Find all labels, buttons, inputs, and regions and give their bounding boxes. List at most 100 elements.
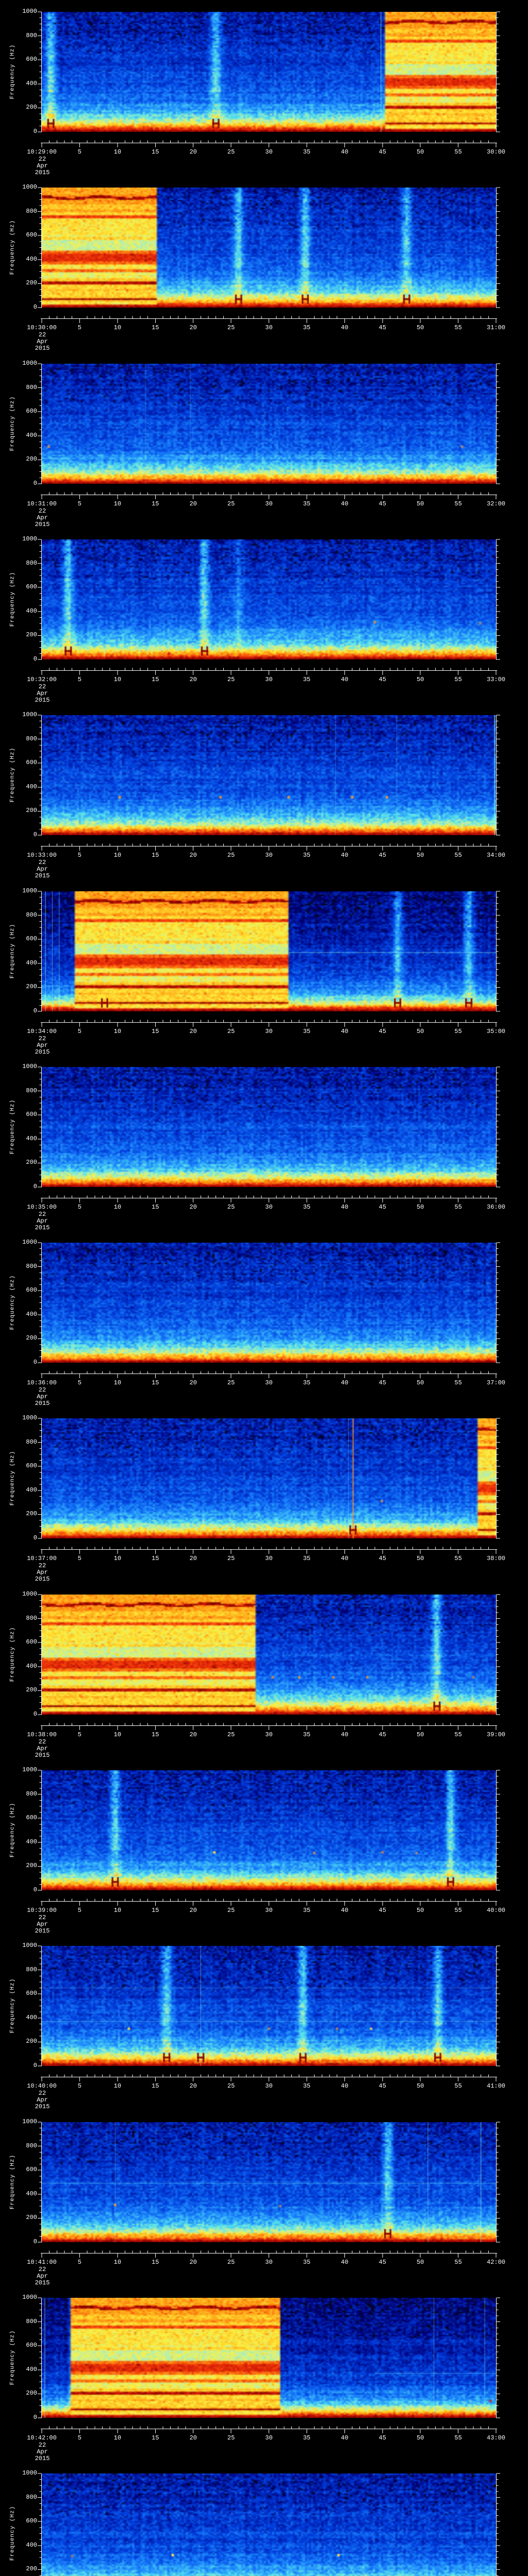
x-tick-label: 20 bbox=[189, 148, 197, 156]
x-tick-label: 5 bbox=[77, 1028, 82, 1035]
x-tick-label: 30 bbox=[265, 324, 273, 331]
x-tick-label: 30 bbox=[265, 1907, 273, 1914]
x-tick-label: 25 bbox=[227, 2259, 235, 2266]
axis-ticks bbox=[38, 2297, 500, 2433]
x-tick-label: 20 bbox=[189, 1379, 197, 1386]
x-tick-label: 20 bbox=[189, 1204, 197, 1211]
x-tick-label: 30 bbox=[265, 2259, 273, 2266]
x-tick-label: 35 bbox=[303, 1907, 311, 1914]
x-tick-label: 45 bbox=[378, 1731, 386, 1738]
x-tick-label: 25 bbox=[227, 2082, 235, 2090]
x-tick-label: 45 bbox=[378, 324, 386, 331]
x-start-time-label: 10:31:00 bbox=[27, 500, 57, 507]
x-start-time-label: 10:40:00 bbox=[27, 2082, 57, 2090]
x-tick-label: 10 bbox=[113, 2082, 122, 2090]
x-start-time-label: 10:30:00 bbox=[27, 324, 57, 331]
axes-svg bbox=[38, 2473, 500, 2576]
x-tick-label: 20 bbox=[189, 2259, 197, 2266]
x-tick-label: 10 bbox=[113, 2259, 122, 2266]
axis-ticks bbox=[38, 715, 500, 851]
x-tick-label: 5 bbox=[77, 148, 82, 156]
x-tick-label: 25 bbox=[227, 500, 235, 507]
x-tick-label: 50 bbox=[416, 500, 424, 507]
axis-ticks bbox=[38, 1066, 500, 1202]
x-start-time-label: 10:34:00 bbox=[27, 1028, 57, 1035]
x-tick-label: 25 bbox=[227, 2434, 235, 2442]
x-tick-label: 5 bbox=[77, 1204, 82, 1211]
x-tick-label: 35 bbox=[303, 1731, 311, 1738]
x-tick-label: 55 bbox=[454, 1555, 462, 1562]
x-end-time-label: 37:00 bbox=[486, 1379, 506, 1386]
x-start-time-label: 10:41:00 bbox=[27, 2259, 57, 2266]
x-start-time-label: 10:42:00 bbox=[27, 2434, 57, 2442]
x-tick-label: 5 bbox=[77, 324, 82, 331]
x-tick-label: 35 bbox=[303, 676, 311, 683]
x-tick-label: 25 bbox=[227, 324, 235, 331]
x-tick-label: 25 bbox=[227, 1204, 235, 1211]
x-tick-label: 35 bbox=[303, 1028, 311, 1035]
x-tick-label: 20 bbox=[189, 2082, 197, 2090]
x-tick-label: 30 bbox=[265, 148, 273, 156]
spectrogram-panel: Frequency (Hz)02004006008001000510152025… bbox=[0, 1406, 528, 1583]
x-tick-label: 10 bbox=[113, 1555, 122, 1562]
x-tick-label: 5 bbox=[77, 2434, 82, 2442]
x-tick-label: 15 bbox=[152, 2434, 159, 2442]
x-end-time-label: 31:00 bbox=[486, 324, 506, 331]
x-tick-label: 50 bbox=[416, 1028, 424, 1035]
date-line: 2015 bbox=[35, 2103, 50, 2110]
x-tick-label: 55 bbox=[454, 2434, 462, 2442]
x-tick-label: 35 bbox=[303, 1379, 311, 1386]
x-tick-label: 10 bbox=[113, 148, 122, 156]
x-tick-label: 30 bbox=[265, 2434, 273, 2442]
x-end-time-label: 32:00 bbox=[486, 500, 506, 507]
x-tick-label: 15 bbox=[152, 500, 159, 507]
x-tick-label: 10 bbox=[113, 324, 122, 331]
x-tick-label: 20 bbox=[189, 676, 197, 683]
x-tick-label: 55 bbox=[454, 1731, 462, 1738]
axis-ticks bbox=[38, 2473, 500, 2576]
x-tick-label: 5 bbox=[77, 1555, 82, 1562]
axis-ticks bbox=[38, 891, 500, 1027]
axis-ticks bbox=[38, 187, 500, 323]
x-tick-label: 50 bbox=[416, 1907, 424, 1914]
x-tick-label: 15 bbox=[152, 676, 159, 683]
x-tick-label: 20 bbox=[189, 1907, 197, 1914]
x-tick-label: 20 bbox=[189, 1555, 197, 1562]
x-tick-label: 35 bbox=[303, 324, 311, 331]
spectrogram-page: { "meta": { "instrument_note": "stack of… bbox=[0, 0, 528, 2576]
x-tick-label: 10 bbox=[113, 1204, 122, 1211]
x-end-time-label: 34:00 bbox=[486, 852, 506, 859]
date-line: 2015 bbox=[35, 345, 50, 352]
x-start-time-label: 10:39:00 bbox=[27, 1907, 57, 1914]
x-end-time-label: 33:00 bbox=[486, 676, 506, 683]
x-tick-label: 40 bbox=[341, 1555, 349, 1562]
x-tick-label: 50 bbox=[416, 2259, 424, 2266]
x-tick-label: 40 bbox=[341, 1204, 349, 1211]
x-start-time-label: 10:38:00 bbox=[27, 1731, 57, 1738]
axis-ticks bbox=[38, 1418, 500, 1554]
x-tick-label: 25 bbox=[227, 1555, 235, 1562]
x-start-time-label: 10:33:00 bbox=[27, 852, 57, 859]
x-end-time-label: 42:00 bbox=[486, 2259, 506, 2266]
spectrogram-panel: Frequency (Hz)02004006008001000510152025… bbox=[0, 879, 528, 1056]
x-start-time-label: 10:36:00 bbox=[27, 1379, 57, 1386]
x-tick-label: 50 bbox=[416, 852, 424, 859]
x-end-time-label: 36:00 bbox=[486, 1204, 506, 1211]
x-tick-label: 40 bbox=[341, 500, 349, 507]
spectrogram-panel: Frequency (Hz)02004006008001000510152025… bbox=[0, 1231, 528, 1407]
x-tick-label: 5 bbox=[77, 1379, 82, 1386]
x-tick-label: 55 bbox=[454, 2082, 462, 2090]
x-tick-label: 55 bbox=[454, 1204, 462, 1211]
x-tick-label: 15 bbox=[152, 148, 159, 156]
x-tick-label: 30 bbox=[265, 852, 273, 859]
spectrogram-panel: Frequency (Hz)02004006008001000510152025… bbox=[0, 1583, 528, 1759]
x-tick-label: 50 bbox=[416, 2082, 424, 2090]
x-tick-label: 20 bbox=[189, 1731, 197, 1738]
x-tick-label: 35 bbox=[303, 2434, 311, 2442]
x-tick-label: 15 bbox=[152, 2082, 159, 2090]
x-tick-label: 40 bbox=[341, 2434, 349, 2442]
axis-ticks bbox=[38, 539, 500, 675]
x-tick-label: 20 bbox=[189, 324, 197, 331]
x-tick-label: 15 bbox=[152, 324, 159, 331]
x-tick-label: 30 bbox=[265, 1204, 273, 1211]
